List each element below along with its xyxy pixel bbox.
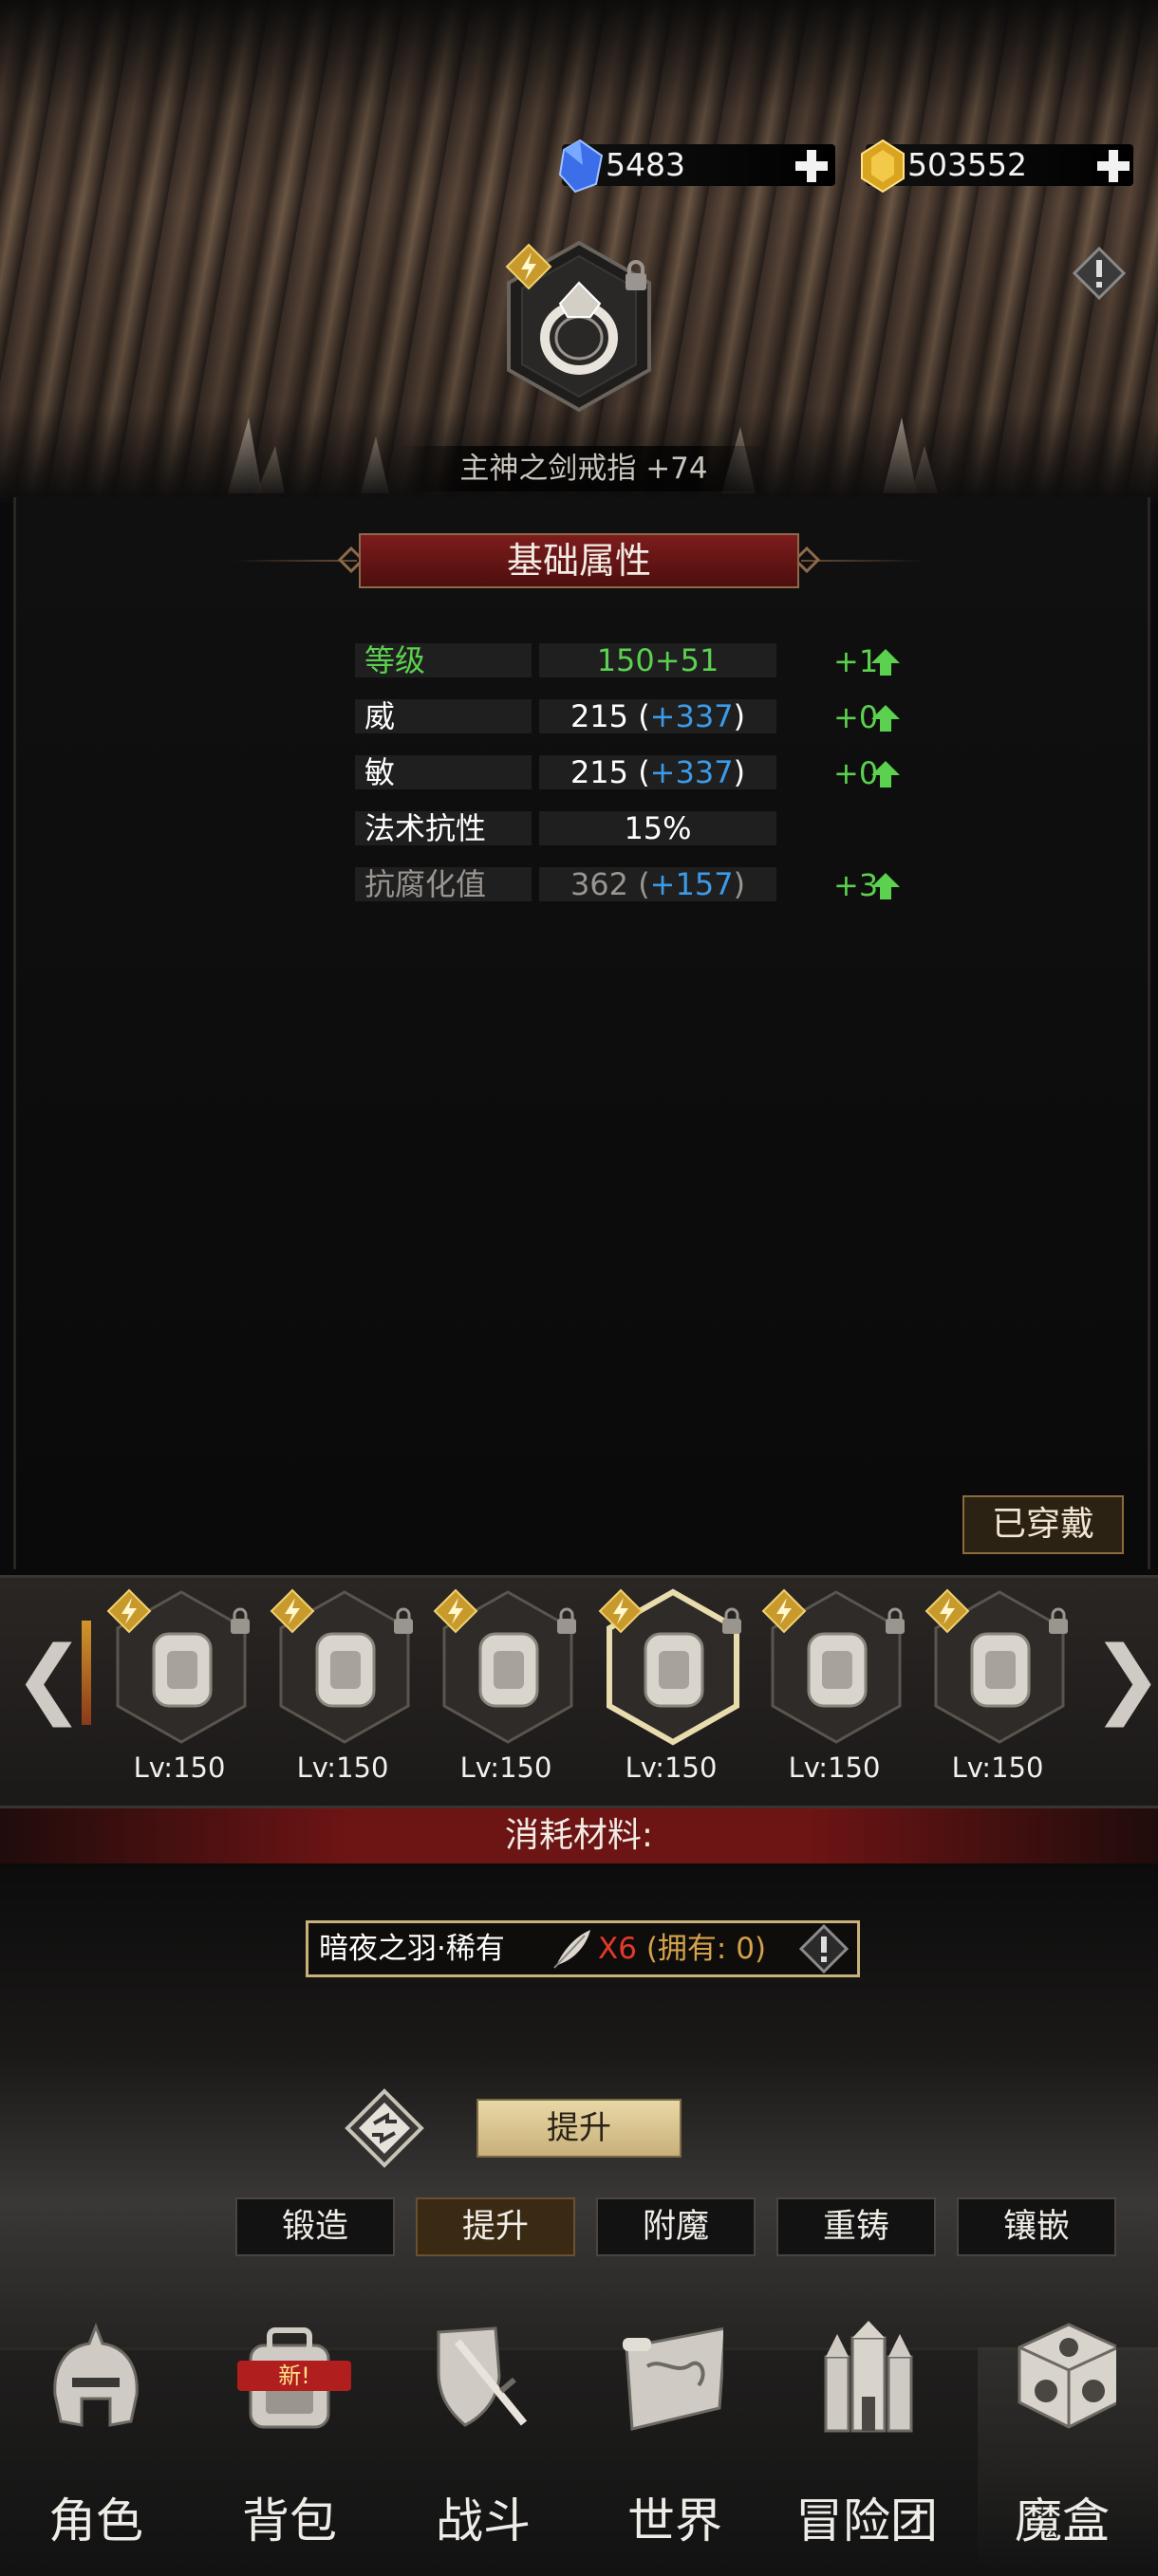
cube-icon (1018, 2323, 1116, 2429)
promote-button-label: 提升 (547, 2109, 611, 2147)
slot-level: Lv:150 (133, 1751, 226, 1784)
attribute-value: 15% (539, 810, 776, 846)
lock-icon (886, 1607, 905, 1634)
material-count: X6 (拥有: 0) (598, 1920, 766, 1977)
tab-label: 镶嵌 (1002, 2208, 1070, 2246)
slot-level: Lv:150 (951, 1751, 1044, 1784)
consume-title: 消耗材料: (504, 1816, 654, 1855)
tab-label: 提升 (461, 2208, 529, 2246)
blue-crystal-icon (558, 139, 604, 194)
gauntlet-icon (315, 1632, 376, 1708)
gems-value: 5483 (606, 146, 685, 183)
material-owned: (拥有: 0) (645, 1932, 767, 1966)
item-name: 主神之剑戒指 +74 (459, 452, 708, 486)
castle-icon (824, 2321, 913, 2433)
nav-item-2[interactable]: 战斗 (393, 2488, 573, 2554)
attribute-bonus: +337 (649, 754, 734, 790)
new-badge: 新! (237, 2361, 351, 2391)
nav-item-4[interactable]: 冒险团 (776, 2488, 957, 2554)
material-required: X6 (598, 1932, 637, 1966)
helmet-icon (53, 2322, 139, 2427)
strip-edge-item (82, 1621, 91, 1725)
next-arrow-button[interactable]: ❯ (1092, 1636, 1158, 1721)
feather-icon (553, 1930, 590, 1969)
lightning-badge-icon (598, 1588, 644, 1634)
attribute-paren-open: ( (628, 698, 650, 734)
attribute-paren-open: ( (628, 754, 650, 790)
equipped-label: 已穿戴 (991, 1505, 1094, 1544)
lock-icon (722, 1607, 741, 1634)
lightning-badge-icon (925, 1588, 970, 1634)
nav-item-3[interactable]: 世界 (585, 2488, 765, 2554)
tab-label: 附魔 (642, 2208, 709, 2246)
cloak-icon (970, 1632, 1031, 1708)
boots-icon (478, 1632, 539, 1708)
attribute-base: 150+51 (596, 642, 719, 678)
map-icon (623, 2326, 723, 2431)
shield-sword-icon (437, 2326, 528, 2427)
gold-value: 503552 (907, 146, 1027, 183)
lightning-badge-icon (106, 1588, 152, 1634)
chest-armor-icon (152, 1632, 213, 1708)
attribute-bonus: +157 (649, 866, 734, 902)
section-title: 基础属性 (506, 540, 651, 582)
attribute-label: 法术抗性 (364, 810, 487, 846)
nav-item-5[interactable]: 魔盒 (972, 2488, 1152, 2554)
lightning-badge-icon (505, 243, 552, 290)
lock-icon (557, 1607, 576, 1634)
material-name: 暗夜之羽·稀有 (319, 1932, 505, 1966)
lightning-badge-icon (761, 1588, 807, 1634)
swap-icon[interactable] (344, 2087, 425, 2169)
attribute-paren-close: ) (733, 754, 746, 790)
attribute-base: 15% (624, 810, 692, 846)
ring-icon (540, 281, 618, 375)
up-arrow-icon (871, 649, 900, 676)
gold-crystal-icon (861, 139, 905, 194)
attribute-value: 362 (+157) (539, 866, 776, 902)
lock-icon (394, 1607, 413, 1634)
slot-level: Lv:150 (788, 1751, 881, 1784)
lightning-badge-icon (270, 1588, 315, 1634)
up-arrow-icon (871, 761, 900, 788)
nav-item-0[interactable]: 角色 (6, 2488, 186, 2554)
tab-label: 锻造 (281, 2208, 348, 2246)
slot-level: Lv:150 (296, 1751, 389, 1784)
attribute-value: 215 (+337) (539, 698, 776, 734)
info-icon[interactable] (1073, 247, 1126, 300)
material-info-icon[interactable] (799, 1924, 849, 1974)
attribute-label: 威 (364, 698, 396, 734)
prev-arrow-button[interactable]: ❮ (13, 1636, 84, 1721)
belt-icon (807, 1632, 868, 1708)
add-gems-button[interactable] (794, 148, 830, 184)
attribute-paren-open: ( (628, 866, 650, 902)
attribute-paren-close: ) (733, 866, 746, 902)
attribute-label: 抗腐化值 (364, 866, 487, 902)
lock-icon (1049, 1607, 1068, 1634)
tab-label: 重铸 (822, 2208, 889, 2246)
up-arrow-icon (871, 873, 900, 899)
attribute-paren-close: ) (733, 698, 746, 734)
attribute-value: 150+51 (539, 642, 776, 678)
attribute-base: 362 (570, 866, 629, 902)
lock-icon (231, 1607, 250, 1634)
slot-level: Lv:150 (625, 1751, 718, 1784)
lock-icon (626, 260, 646, 290)
attribute-value: 215 (+337) (539, 754, 776, 790)
nav-item-1[interactable]: 背包 (199, 2488, 380, 2554)
slot-level: Lv:150 (459, 1751, 552, 1784)
attribute-bonus: +337 (649, 698, 734, 734)
attribute-base: 215 (570, 754, 629, 790)
lightning-badge-icon (433, 1588, 478, 1634)
up-arrow-icon (871, 705, 900, 732)
attribute-label: 敏 (364, 754, 396, 790)
attribute-base: 215 (570, 698, 629, 734)
attribute-label: 等级 (364, 642, 426, 678)
ring-icon (644, 1632, 704, 1708)
add-gold-button[interactable] (1095, 148, 1131, 184)
